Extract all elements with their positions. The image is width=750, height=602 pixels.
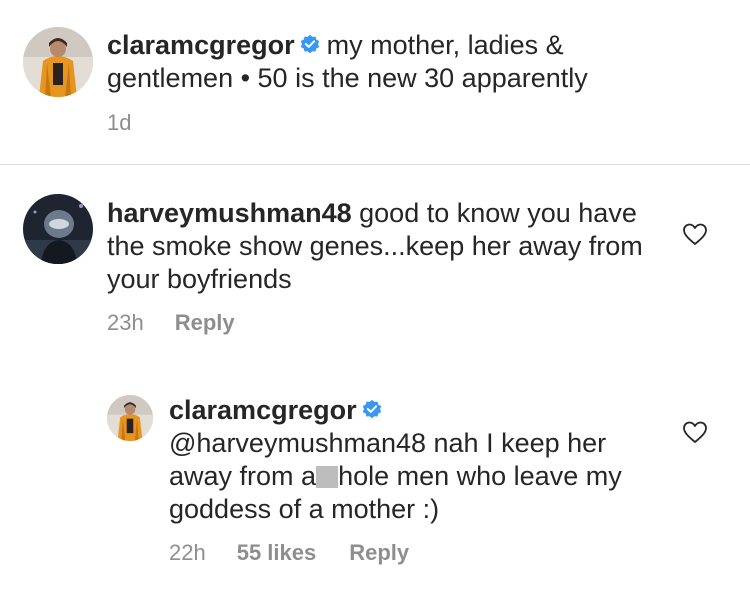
avatar-orange-jacket-image bbox=[23, 27, 93, 97]
reply-like-button[interactable] bbox=[682, 420, 708, 444]
comment-username[interactable]: harveymushman48 bbox=[107, 198, 352, 228]
comment-text: harveymushman48 good to know you have th… bbox=[107, 197, 647, 296]
caption-text: claramcgregor my mother, ladies & gentlem… bbox=[107, 29, 667, 95]
comment-like-button[interactable] bbox=[682, 222, 708, 246]
caption-username[interactable]: claramcgregor bbox=[107, 30, 295, 60]
reply-reply-button[interactable]: Reply bbox=[349, 540, 409, 566]
avatar-helmet-image bbox=[23, 194, 93, 264]
reply-meta: 22h 55 likes Reply bbox=[169, 540, 409, 566]
comment-reply-button[interactable]: Reply bbox=[175, 310, 235, 336]
reply-likes-count[interactable]: 55 likes bbox=[237, 540, 317, 566]
censor-block bbox=[316, 466, 339, 488]
caption-divider bbox=[0, 164, 750, 165]
verified-badge-icon bbox=[361, 399, 383, 421]
reply-text: claramcgregor @harveymushman48 nah I keep… bbox=[169, 394, 649, 526]
caption-meta: 1d bbox=[107, 110, 131, 136]
comment-avatar[interactable] bbox=[23, 194, 93, 264]
reply-username[interactable]: claramcgregor bbox=[169, 395, 357, 425]
comment-meta: 23h Reply bbox=[107, 310, 235, 336]
caption-avatar[interactable] bbox=[23, 27, 93, 97]
reply-avatar[interactable] bbox=[107, 395, 153, 441]
caption-timestamp[interactable]: 1d bbox=[107, 110, 131, 136]
heart-outline-icon bbox=[683, 223, 707, 245]
verified-badge-icon bbox=[299, 34, 321, 56]
heart-outline-icon bbox=[683, 421, 707, 443]
avatar-orange-jacket-image bbox=[107, 395, 153, 441]
reply-timestamp[interactable]: 22h bbox=[169, 540, 206, 566]
comment-timestamp[interactable]: 23h bbox=[107, 310, 144, 336]
